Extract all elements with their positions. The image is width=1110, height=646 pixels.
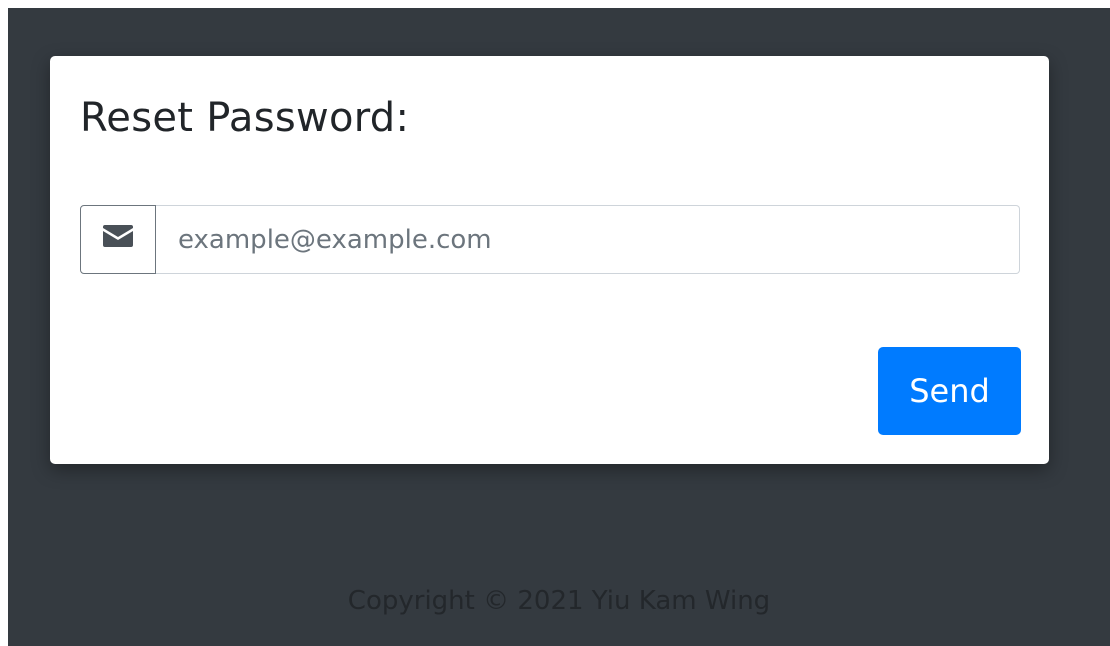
email-input-group xyxy=(80,205,1020,274)
send-button[interactable]: Send xyxy=(878,347,1021,435)
email-field[interactable] xyxy=(156,205,1020,274)
page-title: Reset Password: xyxy=(80,95,410,141)
copyright-footer: Copyright © 2021 Yiu Kam Wing xyxy=(347,586,771,616)
reset-password-card: Reset Password: Send xyxy=(50,56,1049,464)
envelope-icon xyxy=(103,225,133,247)
email-prepend xyxy=(80,205,156,274)
page-background: Reset Password: Send Copyright © 2021 Yi… xyxy=(8,8,1110,646)
